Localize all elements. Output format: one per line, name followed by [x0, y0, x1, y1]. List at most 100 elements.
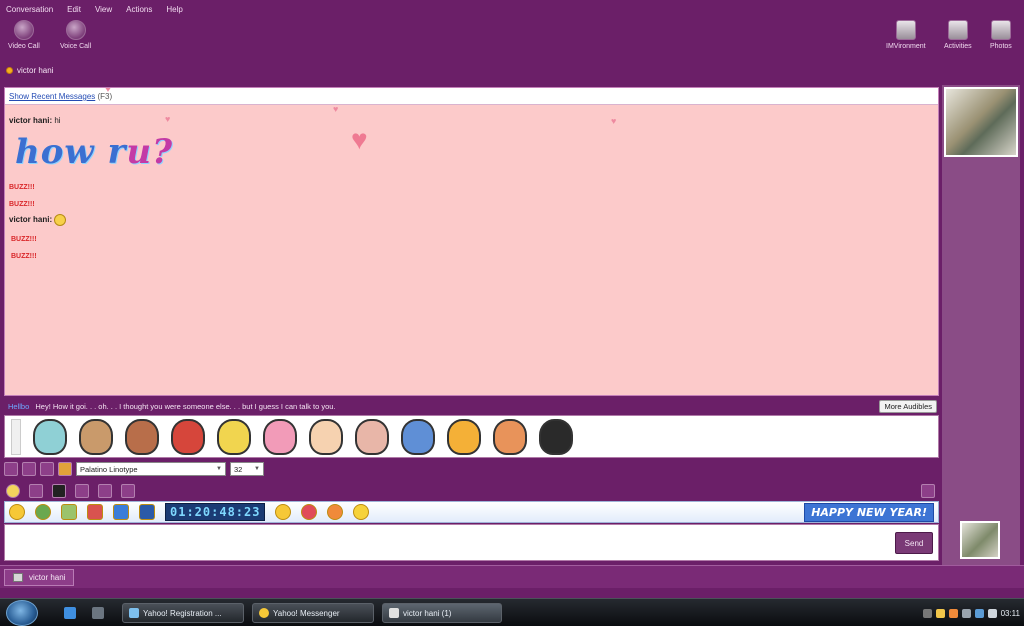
message-sender: victor hani:	[9, 215, 53, 225]
more-audibles-button[interactable]: More Audibles	[879, 400, 937, 413]
conversation-icon	[13, 573, 23, 582]
underline-icon[interactable]	[40, 462, 54, 476]
audible-character: Hellbo	[8, 402, 30, 411]
start-button[interactable]	[6, 600, 38, 626]
text-style-icon[interactable]	[52, 484, 66, 498]
microphone-icon	[65, 20, 86, 40]
video-call-icon	[13, 20, 34, 40]
menu-view[interactable]: View	[95, 5, 112, 18]
taskbar-item[interactable]: Yahoo! Messenger	[252, 603, 374, 623]
video-call-button[interactable]: Video Call	[8, 20, 40, 50]
emoticon-icon[interactable]	[9, 504, 25, 520]
message-sender: victor hani:	[9, 116, 53, 125]
emoticon-icon[interactable]	[327, 504, 344, 520]
audible-character-icon[interactable]	[263, 418, 297, 455]
doodle-icon[interactable]	[98, 484, 112, 498]
imvironment-button[interactable]: IMVironment	[886, 20, 926, 50]
heart-icon: ♥	[105, 87, 111, 95]
emoticon-icon[interactable]	[6, 484, 20, 498]
menu-edit[interactable]: Edit	[67, 5, 81, 18]
message-text: hi	[54, 116, 61, 125]
contact-header: victor hani	[6, 66, 53, 75]
activities-button[interactable]: Activities	[944, 20, 972, 50]
font-size-select[interactable]: 32 ▼	[230, 462, 264, 476]
volume-icon[interactable]	[987, 608, 997, 618]
buzz-message: BUZZ!!!	[11, 253, 37, 260]
audible-character-icon[interactable]	[401, 418, 435, 455]
font-color-icon[interactable]	[58, 462, 72, 476]
chat-message: victor hani:	[9, 214, 67, 226]
new-year-banner: HAPPY NEW YEAR!	[804, 502, 934, 522]
messenger-tray-icon[interactable]	[935, 608, 945, 618]
tray-app-icon[interactable]	[948, 608, 958, 618]
taskbar: Yahoo! Registration ... Yahoo! Messenger…	[0, 598, 1024, 626]
presence-status-icon	[6, 67, 13, 74]
taskbar-item-active[interactable]: victor hani (1)	[382, 603, 502, 623]
my-display-image[interactable]	[960, 521, 1000, 559]
photos-button[interactable]: Photos	[990, 20, 1012, 50]
extras-toolbar	[4, 482, 939, 500]
chat-message: victor hani: hi	[9, 116, 61, 125]
send-button[interactable]: Send	[895, 532, 933, 554]
audible-character-icon[interactable]	[447, 418, 481, 455]
nudge-icon[interactable]	[75, 484, 89, 498]
recent-messages-bar: Show Recent Messages (F3)	[5, 88, 938, 105]
show-desktop-icon[interactable]	[92, 607, 104, 619]
audible-character-icon[interactable]	[355, 418, 389, 455]
audible-character-icon[interactable]	[217, 418, 251, 455]
eye-icon[interactable]	[35, 504, 51, 520]
audible-character-icon[interactable]	[493, 418, 527, 455]
font-family-select[interactable]: Palatino Linotype ▼	[76, 462, 226, 476]
voice-call-label: Voice Call	[60, 43, 92, 50]
kiss-icon[interactable]	[301, 504, 318, 520]
taskbar-item[interactable]: Yahoo! Registration ...	[122, 603, 244, 623]
message-icon[interactable]	[29, 484, 43, 498]
taskbar-item-label: Yahoo! Registration ...	[143, 608, 222, 618]
menu-help[interactable]: Help	[166, 5, 182, 18]
clock[interactable]: 03:11	[1001, 609, 1020, 618]
insert-image-icon[interactable]	[121, 484, 135, 498]
user-icon[interactable]	[921, 484, 935, 498]
internet-explorer-icon[interactable]	[64, 607, 76, 619]
blocks-icon[interactable]	[113, 504, 129, 520]
present-icon[interactable]	[139, 504, 155, 520]
italic-icon[interactable]	[22, 462, 36, 476]
browser-icon	[129, 608, 139, 618]
chat-history[interactable]: Show Recent Messages (F3) ♥ ♥ ♥ ♥ ♥ vict…	[4, 87, 939, 396]
audible-character-icon[interactable]	[79, 418, 113, 455]
contact-name[interactable]: victor hani	[17, 66, 53, 75]
art-text-main: how r	[15, 132, 127, 172]
heart-icon: ♥	[333, 104, 339, 114]
voice-call-button[interactable]: Voice Call	[60, 20, 91, 50]
bold-icon[interactable]	[4, 462, 18, 476]
audible-character-icon[interactable]	[309, 418, 343, 455]
menu-conversation[interactable]: Conversation	[6, 5, 53, 18]
photos-label: Photos	[990, 43, 1012, 50]
audible-character-icon[interactable]	[539, 418, 573, 455]
message-input[interactable]: Send	[4, 524, 939, 561]
show-recent-messages-link[interactable]: Show Recent Messages	[9, 92, 95, 101]
audible-character-icon[interactable]	[171, 418, 205, 455]
party-horn-icon[interactable]	[353, 504, 370, 520]
menu-actions[interactable]: Actions	[126, 5, 152, 18]
font-size-value: 32	[234, 464, 243, 474]
contact-display-image[interactable]	[944, 87, 1018, 157]
audible-character-icon[interactable]	[125, 418, 159, 455]
tab-victor-hani[interactable]: victor hani	[4, 569, 75, 586]
smiley-emoticon-icon	[54, 214, 67, 226]
tab-label: victor hani	[29, 573, 66, 582]
imvironment-label: IMVironment	[886, 43, 926, 50]
network-icon[interactable]	[974, 608, 984, 618]
taskbar-item-label: Yahoo! Messenger	[273, 608, 340, 618]
conversation-icon	[389, 608, 399, 618]
audible-bar: Hellbo Hey! How it goi. . . oh. . . I th…	[4, 398, 939, 415]
gift-icon[interactable]	[87, 504, 103, 520]
art-text-message: how ru?	[15, 132, 173, 172]
emoticon-icon[interactable]	[275, 504, 292, 520]
tray-app-icon[interactable]	[961, 608, 971, 618]
imvironment-icon	[895, 20, 916, 40]
show-hidden-icons-icon[interactable]	[922, 608, 932, 618]
audible-character-icon[interactable]	[33, 418, 67, 455]
scroll-left-arrow-icon[interactable]	[11, 418, 21, 455]
photo-frame-icon[interactable]	[61, 504, 77, 520]
